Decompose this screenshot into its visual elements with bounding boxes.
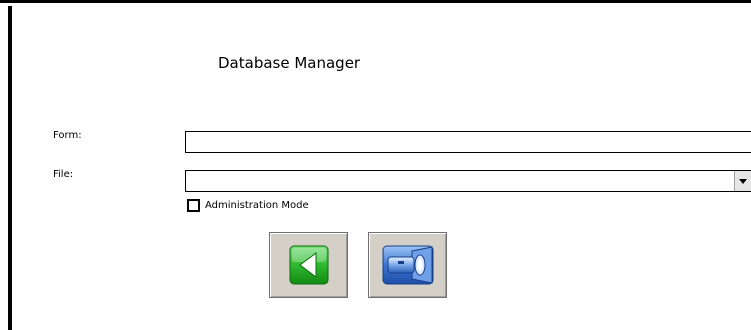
search-button[interactable] <box>368 232 447 298</box>
back-arrow-icon <box>289 245 328 285</box>
chevron-down-icon <box>739 178 747 184</box>
form-input[interactable] <box>185 131 751 153</box>
administration-mode-checkbox[interactable] <box>187 199 200 212</box>
file-select[interactable] <box>185 170 751 192</box>
flashlight-search-icon <box>382 245 433 285</box>
left-border-bar <box>8 6 12 330</box>
file-dropdown-button[interactable] <box>734 171 751 191</box>
back-button[interactable] <box>269 232 348 298</box>
form-label: Form: <box>53 130 82 141</box>
page-title: Database Manager <box>218 54 361 72</box>
administration-mode-label: Administration Mode <box>205 200 309 211</box>
file-label: File: <box>53 169 74 180</box>
database-manager-window: Database Manager Form: File: Administrat… <box>0 0 751 330</box>
